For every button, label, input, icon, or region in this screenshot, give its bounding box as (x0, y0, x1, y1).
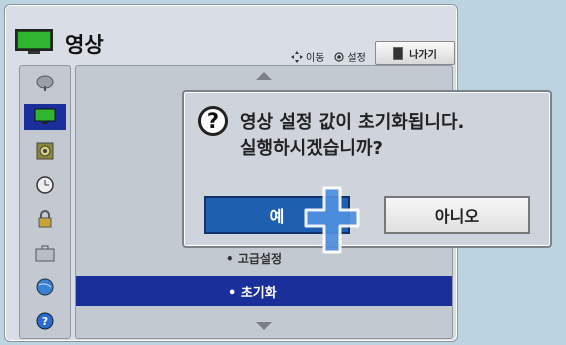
sidebar-item-option[interactable] (24, 240, 66, 266)
tv-icon (15, 29, 53, 54)
svg-text:?: ? (42, 315, 48, 328)
hint-set-label: 설정 (347, 53, 366, 64)
ok-button-icon (334, 51, 345, 62)
scroll-up-arrow-icon[interactable] (256, 72, 272, 80)
lock-icon (38, 210, 52, 228)
briefcase-icon (35, 245, 55, 262)
scroll-down-arrow-icon[interactable] (256, 322, 272, 330)
dialog-message-line1: 영상 설정 값이 초기화됩니다. (240, 112, 465, 133)
dialog-message: 영상 설정 값이 초기화됩니다. 실행하시겠습니까? (240, 110, 464, 162)
sidebar-item-lock[interactable] (24, 206, 66, 232)
sidebar-item-support[interactable]: ? (24, 308, 66, 334)
satellite-dish-icon (36, 75, 54, 91)
magic-remote-cursor-icon (304, 186, 360, 254)
menu-item-reset-label: • 초기화 (228, 285, 277, 301)
hint-move: 이동 (291, 49, 324, 64)
dpad-icon (291, 50, 303, 63)
sidebar-item-network[interactable] (24, 274, 66, 300)
hint-move-label: 이동 (306, 53, 325, 64)
sidebar-item-time[interactable] (24, 172, 66, 198)
exit-label: 나가기 (409, 49, 437, 61)
page-title: 영상 (65, 33, 104, 57)
clock-icon (36, 176, 54, 194)
header: 영상 이동 설정 나가기 (15, 15, 455, 65)
sidebar-item-audio[interactable] (24, 138, 66, 164)
sidebar-item-picture[interactable] (24, 104, 66, 130)
tv-picture-icon (34, 108, 56, 124)
hint-set: 설정 (334, 49, 366, 64)
sidebar-item-channel[interactable] (24, 70, 66, 96)
speaker-icon (36, 142, 54, 160)
exit-button[interactable]: 나가기 (375, 41, 455, 65)
category-sidebar: ? (19, 65, 71, 339)
question-icon: ? (198, 106, 228, 136)
no-button[interactable]: 아니오 (384, 196, 530, 234)
menu-item-advanced-settings[interactable]: • 고급설정 (226, 250, 282, 267)
help-icon: ? (36, 312, 54, 330)
dialog-message-line2: 실행하시겠습니까? (240, 138, 383, 159)
reset-confirm-dialog: ? 영상 설정 값이 초기화됩니다. 실행하시겠습니까? 예 아니오 (182, 90, 552, 248)
globe-icon (36, 278, 54, 296)
navigation-hints: 이동 설정 (291, 49, 366, 64)
menu-item-reset[interactable]: • 초기화 (76, 276, 452, 306)
exit-key-icon (393, 46, 404, 60)
